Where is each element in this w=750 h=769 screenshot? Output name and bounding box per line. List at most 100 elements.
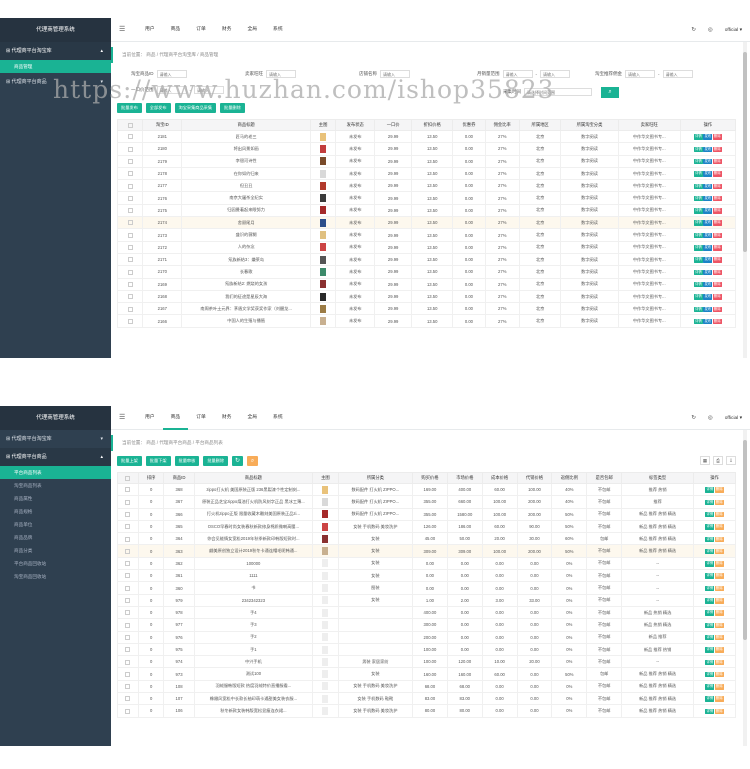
sales-max-input[interactable]	[540, 70, 570, 78]
detail-button[interactable]: 详情	[694, 208, 703, 214]
publish-button[interactable]: 发布	[703, 306, 713, 313]
taobao-id-input[interactable]	[156, 70, 187, 78]
sales-min-input[interactable]	[502, 70, 533, 78]
publish-button[interactable]: 发布	[703, 220, 713, 226]
product-thumbnail[interactable]	[322, 596, 329, 605]
product-thumbnail[interactable]	[322, 645, 329, 654]
row-select[interactable]	[117, 605, 139, 620]
detail-button[interactable]: 详情	[705, 696, 715, 702]
product-thumbnail[interactable]	[322, 633, 329, 642]
row-checkbox[interactable]	[125, 524, 131, 530]
delete-button[interactable]: 删除	[714, 573, 724, 579]
table-row[interactable]: 0 977 手3 300.00 0.00 0.00 0.00 0% 不包邮 新品 热销 精选 详情删…	[117, 618, 736, 632]
topnav-products[interactable]: 商品	[163, 18, 189, 42]
bulk-delete-button[interactable]: 批量删除	[203, 456, 229, 466]
table-row[interactable]: 2178 在你如约归来 未发布 29.99 13.50 0.00 27% 北京 数字阅读 中作华文…	[116, 166, 737, 181]
price-max-input[interactable]	[194, 86, 224, 94]
delete-button[interactable]: 删除	[714, 598, 724, 604]
select-all-checkbox[interactable]	[127, 122, 133, 128]
nav-sub-item[interactable]: 平台商品回收站	[0, 557, 111, 570]
product-thumbnail[interactable]	[320, 255, 327, 264]
table-row[interactable]: 2174 舍顾尾月 未发布 29.99 13.50 0.00 27% 北京 数字阅读 中作华文图书…	[116, 216, 737, 230]
table-row[interactable]: 2168 我们的征途是星辰大海 未发布 29.99 13.50 0.00 27% 北京 数字阅读…	[116, 289, 737, 304]
detail-button[interactable]: 详情	[694, 220, 703, 226]
row-select[interactable]	[116, 154, 144, 168]
price-min-input[interactable]	[156, 86, 187, 94]
product-thumbnail[interactable]	[322, 547, 329, 556]
row-checkbox[interactable]	[125, 696, 131, 702]
delete-button[interactable]: 删除	[712, 195, 722, 202]
row-select[interactable]	[117, 556, 139, 571]
product-thumbnail[interactable]	[322, 694, 329, 703]
table-row[interactable]: 2173 盛识的薇糊 未发布 29.99 13.50 0.00 27% 北京 数字阅读 中作华文图…	[116, 228, 737, 242]
row-checkbox[interactable]	[127, 269, 133, 275]
row-checkbox[interactable]	[127, 146, 133, 152]
product-thumbnail[interactable]	[320, 243, 327, 252]
detail-button[interactable]: 详情	[705, 684, 715, 690]
topnav-orders[interactable]: 订单	[188, 406, 214, 430]
table-row[interactable]: 2170 长春歌 未发布 29.99 13.50 0.00 27% 北京 数字阅读 中作华文图书专…	[116, 265, 737, 279]
table-row[interactable]: 2169 氖族新结2: 燃烧的女孩 未发布 29.99 13.50 0.00 27% 北京 数字…	[116, 277, 737, 291]
table-row[interactable]: 0 974 中兴手机 男装 家居家纺 100.00 120.00 10.00 20.00 0% 不…	[117, 655, 736, 669]
nav-group-platform-products[interactable]: ⊞ 代理商平台商品 ▴	[0, 448, 111, 466]
detail-button[interactable]: 详情	[705, 622, 715, 629]
delete-button[interactable]: 删除	[714, 684, 724, 690]
shop-name-input[interactable]	[380, 70, 410, 78]
nav-sub-item[interactable]: 商品规格	[0, 505, 111, 518]
topnav-users[interactable]: 用户	[137, 18, 163, 42]
table-row[interactable]: 0 978 手4 400.00 0.00 0.00 0.00 0% 不包邮 新品 热销 精选 详情删…	[117, 605, 736, 620]
row-checkbox[interactable]	[127, 294, 133, 300]
publish-button[interactable]: 发布	[703, 257, 713, 263]
user-menu[interactable]: official ▾	[725, 28, 742, 33]
detail-button[interactable]: 详情	[705, 524, 715, 530]
detail-button[interactable]: 详情	[694, 158, 703, 165]
topnav-global[interactable]: 全局	[239, 18, 265, 42]
topnav-system[interactable]: 系统	[265, 18, 291, 42]
commission-min-input[interactable]	[625, 70, 655, 78]
menu-toggle-icon[interactable]: ☰	[119, 413, 125, 421]
product-thumbnail[interactable]	[320, 169, 327, 178]
row-select[interactable]	[117, 655, 139, 669]
table-row[interactable]: 2177 但丑丑 未发布 29.99 13.50 0.00 27% 北京 数字阅读 中作华文图书专…	[116, 179, 737, 193]
row-checkbox[interactable]	[127, 281, 133, 287]
row-checkbox[interactable]	[125, 561, 131, 567]
detail-button[interactable]: 详情	[694, 269, 703, 276]
table-row[interactable]: 0 368 zippo打火机 美国原装正版 236黑裂漆个性定制刻... 数码配件 打…	[117, 482, 736, 497]
nav-sub-item[interactable]: 商品属性	[0, 492, 111, 505]
publish-button[interactable]: 发布	[703, 269, 713, 276]
detail-button[interactable]: 详情	[705, 598, 715, 604]
row-checkbox[interactable]	[125, 647, 131, 653]
row-checkbox[interactable]	[125, 708, 131, 714]
nav-sub-item[interactable]: 商品单位	[0, 518, 111, 531]
row-select[interactable]	[116, 179, 144, 193]
product-thumbnail[interactable]	[320, 157, 327, 166]
row-select[interactable]	[116, 252, 144, 267]
row-select[interactable]	[116, 216, 144, 230]
detail-button[interactable]: 详情	[694, 232, 703, 239]
nav-sub-item[interactable]: 商品品牌	[0, 531, 111, 544]
row-select[interactable]	[117, 630, 139, 644]
row-select[interactable]	[116, 277, 144, 291]
product-thumbnail[interactable]	[322, 559, 329, 568]
scrollbar-thumb[interactable]	[743, 440, 747, 640]
delete-button[interactable]: 删除	[712, 208, 722, 214]
row-select[interactable]	[117, 667, 139, 681]
row-select[interactable]	[117, 495, 139, 509]
delete-button[interactable]: 删除	[712, 306, 722, 313]
row-checkbox[interactable]	[125, 610, 131, 616]
row-select[interactable]	[116, 314, 144, 328]
delete-button[interactable]: 删除	[714, 647, 724, 653]
row-select[interactable]	[117, 679, 139, 694]
table-row[interactable]: 0 364 你会见能情女宽松2019年秋季新款印韩版短款时... 女装 45.00 50.…	[117, 532, 736, 546]
row-checkbox[interactable]	[127, 208, 133, 214]
detail-button[interactable]: 详情	[694, 134, 703, 140]
table-row[interactable]: 0 976 手2 200.00 0.00 0.00 0.00 0% 不包邮 新品 推荐 详情 删除	[117, 630, 736, 644]
product-thumbnail[interactable]	[320, 231, 327, 240]
row-checkbox[interactable]	[127, 171, 133, 177]
publish-button[interactable]: 发布	[703, 146, 713, 153]
publish-button[interactable]: 发布	[703, 208, 713, 214]
row-select[interactable]	[116, 228, 144, 242]
bulk-delete-button[interactable]: 批量删除	[220, 103, 245, 113]
delete-button[interactable]: 删除	[714, 548, 724, 555]
row-checkbox[interactable]	[127, 183, 133, 189]
